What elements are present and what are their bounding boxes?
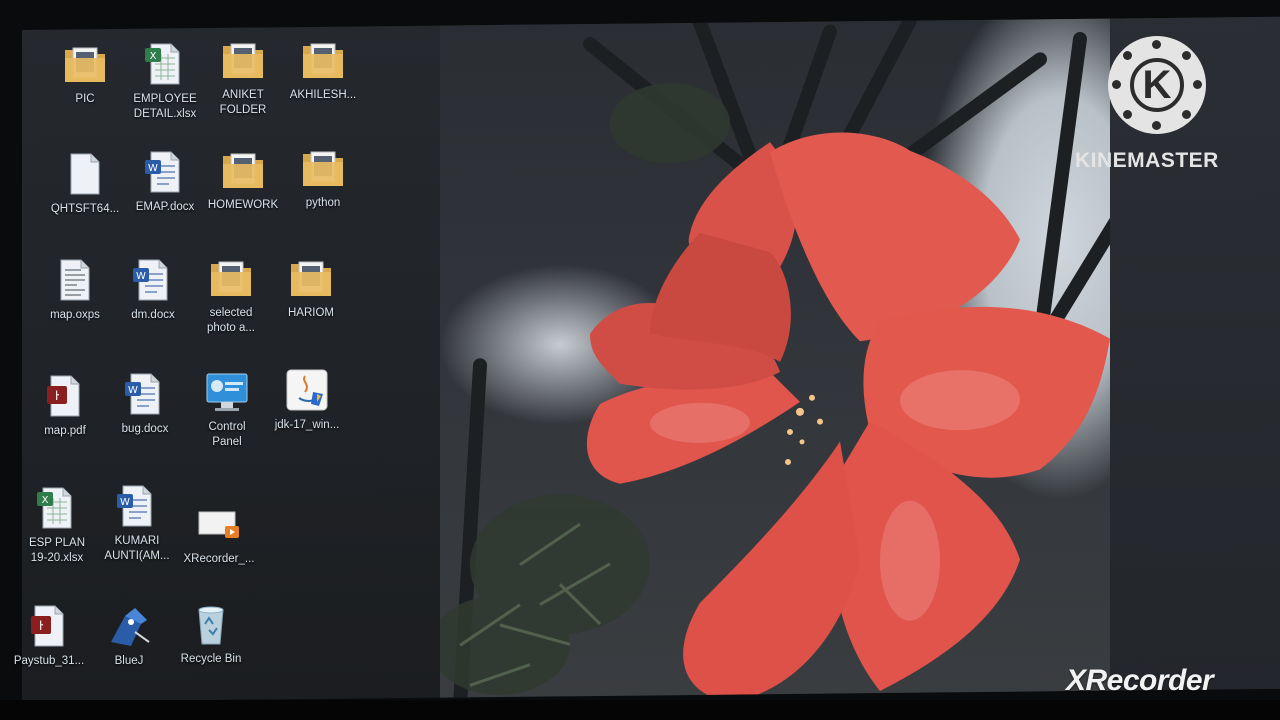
desktop-icon-label: HARIOM	[288, 307, 334, 319]
desktop-icon-employee-detail-xlsx[interactable]: X EMPLOYEE DETAIL.xlsx	[124, 40, 206, 122]
excel-icon: X	[33, 484, 81, 532]
xps-icon	[51, 256, 99, 304]
desktop-icon-label: KUMARI AUNTI(AM...	[104, 535, 170, 562]
desktop-icon-map-oxps[interactable]: map.oxps	[34, 256, 116, 323]
pdf-icon: ŀ	[41, 372, 89, 420]
desktop-icon-label: EMAP.docx	[135, 201, 195, 213]
desktop-icon-label: bug.docx	[121, 423, 169, 435]
desktop-icon-aniket-folder[interactable]: ANIKET FOLDER	[202, 36, 284, 118]
bluej-icon	[105, 602, 153, 650]
excel-icon: X	[141, 40, 189, 88]
word-icon: W	[141, 148, 189, 196]
pdf-icon: ŀ	[25, 602, 73, 650]
desktop-icon-bluej[interactable]: BlueJ	[88, 602, 170, 669]
svg-text:W: W	[148, 163, 158, 174]
kinemaster-logo-letter: K	[1142, 62, 1172, 107]
desktop-icon-homework[interactable]: HOMEWORK	[202, 146, 284, 213]
svg-text:X: X	[42, 495, 49, 506]
video-icon	[195, 500, 243, 548]
desktop-icon-label: dm.docx	[131, 309, 175, 321]
folder-icon	[287, 254, 335, 302]
xrecorder-watermark: XRecorder	[1066, 664, 1214, 697]
desktop-icon-label: ESP PLAN 19-20.xlsx	[28, 537, 86, 564]
desktop-icon-label: python	[305, 197, 341, 209]
desktop-icon-label: jdk-17_win...	[274, 419, 340, 431]
desktop-icon-label: XRecorder_...	[183, 553, 255, 565]
svg-text:ŀ: ŀ	[39, 619, 43, 633]
desktop-icon-akhilesh[interactable]: AKHILESH...	[282, 36, 364, 103]
svg-text:W: W	[128, 385, 138, 396]
desktop-icon-label: selected photo a...	[207, 307, 255, 334]
desktop-icon-esp-plan-19-20-xlsx[interactable]: X ESP PLAN 19-20.xlsx	[16, 484, 98, 566]
desktop-icon-label: map.pdf	[44, 425, 86, 437]
desktop-icon-label: QHTSFT64...	[50, 203, 120, 215]
folder-icon	[61, 40, 109, 88]
desktop-icon-selected-photo-a[interactable]: selected photo a...	[190, 254, 272, 336]
desktop-icon-bug-docx[interactable]: Wbug.docx	[104, 370, 186, 437]
desktop-icon-label: map.oxps	[50, 309, 100, 321]
desktop-icon-label: Control Panel	[208, 421, 246, 448]
desktop-icon-python[interactable]: python	[282, 144, 364, 211]
desktop-icon-kumari-aunti-am[interactable]: W KUMARI AUNTI(AM...	[96, 482, 178, 564]
desktop-icon-label: AKHILESH...	[289, 89, 357, 101]
desktop-icon-hariom[interactable]: HARIOM	[270, 254, 352, 321]
desktop-icon-label: HOMEWORK	[207, 199, 279, 211]
desktop-icon-recycle-bin[interactable]: Recycle Bin	[170, 600, 252, 667]
word-icon: W	[129, 256, 177, 304]
desktop-wallpaper	[440, 16, 1130, 703]
desktop-icon-label: BlueJ	[114, 655, 144, 667]
kinemaster-logo-icon: K	[1108, 36, 1206, 134]
folder-icon	[207, 254, 255, 302]
folder-icon	[219, 36, 267, 84]
svg-text:X: X	[150, 51, 157, 62]
desktop-icon-label: Recycle Bin	[180, 653, 242, 665]
desktop-icon-label: PIC	[75, 93, 95, 105]
control-panel-icon	[203, 368, 251, 416]
desktop-icon-control-panel[interactable]: Control Panel	[186, 368, 268, 450]
monitor-bezel-bottom	[0, 700, 1280, 720]
desktop-icon-xrecorder[interactable]: XRecorder_...	[178, 500, 260, 567]
hibiscus-flower-photo	[440, 16, 1130, 703]
desktop-icon-label: ANIKET FOLDER	[219, 89, 267, 116]
desktop-icon-map-pdf[interactable]: ŀ map.pdf	[24, 372, 106, 439]
word-icon: W	[113, 482, 161, 530]
svg-text:W: W	[120, 497, 130, 508]
desktop-icon-emap-docx[interactable]: W EMAP.docx	[124, 148, 206, 215]
desktop-icon-label: Paystub_31...	[13, 655, 85, 667]
blank-file-icon	[61, 150, 109, 198]
desktop-icon-pic[interactable]: PIC	[44, 40, 126, 107]
folder-icon	[219, 146, 267, 194]
svg-text:ŀ: ŀ	[55, 389, 59, 403]
java-icon	[283, 366, 331, 414]
desktop-icon-qhtsft64[interactable]: QHTSFT64...	[44, 150, 126, 217]
recycle-bin-icon	[187, 600, 235, 648]
folder-icon	[299, 36, 347, 84]
desktop-icon-paystub-31[interactable]: ŀ Paystub_31...	[8, 602, 90, 669]
folder-icon	[299, 144, 347, 192]
desktop-icon-label: EMPLOYEE DETAIL.xlsx	[133, 93, 197, 120]
svg-text:W: W	[136, 271, 146, 282]
kinemaster-watermark: KINEMASTER	[1075, 149, 1219, 172]
word-icon: W	[121, 370, 169, 418]
desktop-icon-dm-docx[interactable]: Wdm.docx	[112, 256, 194, 323]
desktop-icon-jdk-17-win[interactable]: jdk-17_win...	[266, 366, 348, 433]
